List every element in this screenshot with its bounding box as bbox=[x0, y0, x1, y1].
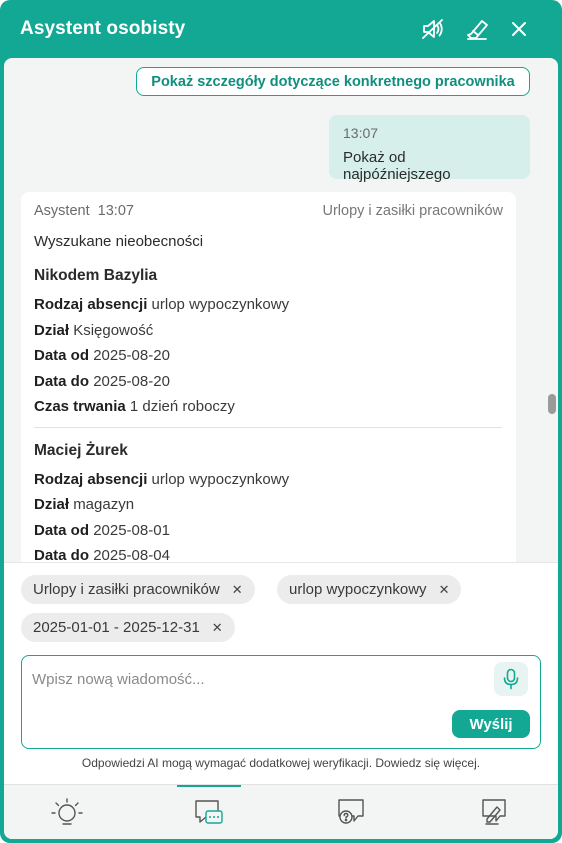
employee-name: Maciej Żurek bbox=[34, 441, 128, 459]
close-icon[interactable] bbox=[504, 14, 534, 44]
duration: Czas trwania 1 dzień roboczy bbox=[34, 398, 235, 415]
chat-icon bbox=[195, 800, 223, 824]
absence-entry: Nikodem Bazylia Rodzaj absencji urlop wy… bbox=[34, 267, 503, 428]
assistant-panel: Pokaż szczegóły dotyczące konkretnego pr… bbox=[4, 58, 558, 839]
employee-name: Nikodem Bazylia bbox=[34, 267, 158, 284]
date-to: Data do 2025-08-04 bbox=[34, 547, 170, 562]
composer-area: Urlopy i zasiłki pracowników ✕ urlop wyp… bbox=[4, 562, 558, 784]
filter-chip: 2025-01-01 - 2025-12-31 ✕ bbox=[21, 613, 235, 642]
user-message-time: 13:07 bbox=[343, 125, 379, 141]
edit-icon bbox=[482, 799, 506, 825]
assistant-context: Urlopy i zasiłki pracowników bbox=[322, 203, 504, 219]
mute-icon[interactable] bbox=[418, 14, 448, 44]
bottom-nav bbox=[4, 784, 558, 839]
filter-chip: Urlopy i zasiłki pracowników ✕ bbox=[21, 575, 255, 604]
assistant-sender-name: Asystent bbox=[34, 203, 90, 219]
filter-chip-label: Urlopy i zasiłki pracowników bbox=[33, 581, 220, 598]
header: Asystent osobisty bbox=[0, 0, 562, 58]
remove-chip-icon[interactable]: ✕ bbox=[212, 620, 223, 636]
filter-chip: urlop wypoczynkowy ✕ bbox=[277, 575, 462, 604]
absence-type: Rodzaj absencji urlop wypoczynkowy bbox=[34, 470, 290, 488]
absence-entry: Maciej Żurek Rodzaj absencji urlop wypoc… bbox=[34, 442, 503, 563]
absence-type: Rodzaj absencji urlop wypoczynkowy bbox=[34, 296, 290, 313]
message-input[interactable] bbox=[32, 666, 482, 692]
assistant-message: Asystent 13:07 Urlopy i zasiłki pracowni… bbox=[21, 192, 516, 562]
microphone-button[interactable] bbox=[494, 662, 528, 696]
remove-chip-icon[interactable]: ✕ bbox=[232, 582, 243, 598]
chat-scrollbar[interactable] bbox=[548, 394, 556, 414]
department: Dział Księgowość bbox=[34, 321, 154, 339]
microphone-icon bbox=[503, 668, 519, 690]
date-from: Data od 2025-08-01 bbox=[34, 521, 170, 539]
filter-chip-label: urlop wypoczynkowy bbox=[289, 581, 427, 598]
assistant-intro: Wyszukane nieobecności bbox=[34, 233, 204, 250]
eraser-icon[interactable] bbox=[462, 14, 492, 44]
lightbulb-icon bbox=[51, 798, 83, 825]
nav-tips[interactable] bbox=[35, 785, 99, 839]
send-button[interactable]: Wyślij bbox=[452, 710, 530, 738]
user-message: 13:07 Pokaż od najpóźniejszego bbox=[329, 115, 530, 183]
suggestion-button[interactable]: Pokaż szczegóły dotyczące konkretnego pr… bbox=[136, 67, 530, 96]
remove-chip-icon[interactable]: ✕ bbox=[439, 582, 450, 598]
date-from: Data od 2025-08-20 bbox=[34, 347, 170, 364]
chat-area: Pokaż szczegóły dotyczące konkretnego pr… bbox=[4, 58, 558, 562]
ai-disclaimer: Odpowiedzi AI mogą wymagać dodatkowej we… bbox=[81, 756, 481, 770]
divider bbox=[34, 426, 502, 428]
nav-notes[interactable] bbox=[462, 785, 526, 839]
message-composer: Wyślij bbox=[21, 655, 541, 749]
nav-chat[interactable] bbox=[177, 785, 241, 839]
help-icon bbox=[338, 799, 364, 824]
date-to: Data do 2025-08-20 bbox=[34, 372, 170, 390]
assistant-window: Asystent osobisty Pokaż szczegóły dotycz… bbox=[0, 0, 562, 843]
window-title: Asystent osobisty bbox=[20, 18, 186, 39]
department: Dział magazyn bbox=[34, 496, 135, 513]
assistant-sender: Asystent 13:07 bbox=[34, 203, 134, 219]
user-message-text: Pokaż od najpóźniejszego bbox=[343, 149, 451, 183]
nav-help[interactable] bbox=[320, 785, 384, 839]
assistant-message-header: Asystent 13:07 Urlopy i zasiłki pracowni… bbox=[34, 203, 503, 219]
filter-chip-label: 2025-01-01 - 2025-12-31 bbox=[33, 619, 200, 636]
assistant-message-time: 13:07 bbox=[97, 203, 134, 219]
